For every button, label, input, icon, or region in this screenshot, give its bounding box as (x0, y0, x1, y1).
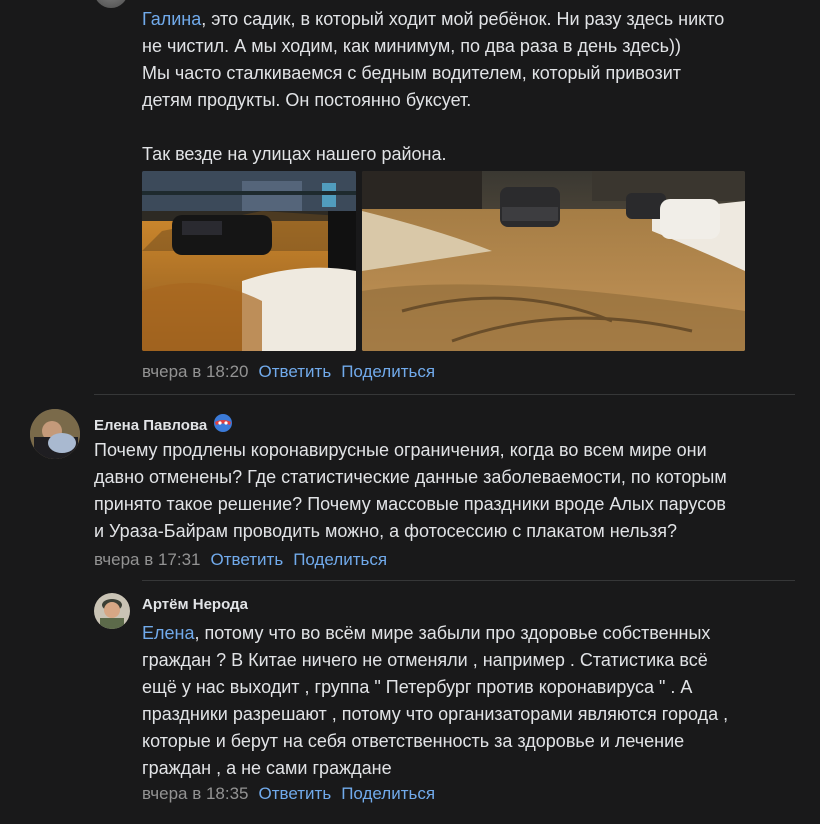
comment-time[interactable]: вчера в 17:31 (94, 550, 201, 569)
avatar[interactable] (94, 0, 128, 8)
reply-button[interactable]: Ответить (211, 550, 284, 569)
author-name: Елена Павлова (94, 413, 233, 434)
photo-illustration (362, 171, 745, 351)
comment-meta: вчера в 18:20 Ответить Поделиться (142, 362, 435, 382)
comment-text: Почему продлены коронавирусные ограничен… (94, 440, 727, 541)
comment-meta: вчера в 18:35 Ответить Поделиться (142, 784, 435, 804)
reply-button[interactable]: Ответить (259, 362, 332, 381)
author-name: Артём Нерода (142, 596, 248, 613)
comment-text: Галина, это садик, в который ходит мой р… (142, 6, 792, 168)
share-button[interactable]: Поделиться (341, 784, 435, 803)
mention-link[interactable]: Галина (142, 9, 201, 29)
reply-button[interactable]: Ответить (259, 784, 332, 803)
mention-link[interactable]: Елена (142, 623, 194, 643)
comment-body: , потому что во всём мире забыли про здо… (142, 623, 729, 778)
comment-divider (142, 580, 795, 581)
slushy-street-parked-cars-photo[interactable] (362, 171, 745, 351)
avatar[interactable] (30, 409, 80, 459)
superhero-mask-emoji-icon (213, 413, 233, 433)
photo-illustration (142, 171, 356, 351)
comment-time[interactable]: вчера в 18:35 (142, 784, 249, 803)
share-button[interactable]: Поделиться (341, 362, 435, 381)
comment-meta: вчера в 17:31 Ответить Поделиться (94, 550, 387, 570)
comment-text: Елена, потому что во всём мире забыли пр… (142, 620, 812, 782)
avatar-illustration (30, 409, 80, 459)
comment-divider (94, 394, 795, 395)
comment-body: , это садик, в который ходит мой ребёнок… (142, 9, 725, 164)
share-button[interactable]: Поделиться (293, 550, 387, 569)
author-link[interactable]: Артём Нерода (142, 596, 248, 613)
snowy-kindergarten-parking-night-photo[interactable] (142, 171, 356, 351)
avatar-illustration (94, 593, 130, 629)
comment-time[interactable]: вчера в 18:20 (142, 362, 249, 381)
avatar[interactable] (94, 593, 130, 629)
author-link[interactable]: Елена Павлова (94, 417, 207, 434)
